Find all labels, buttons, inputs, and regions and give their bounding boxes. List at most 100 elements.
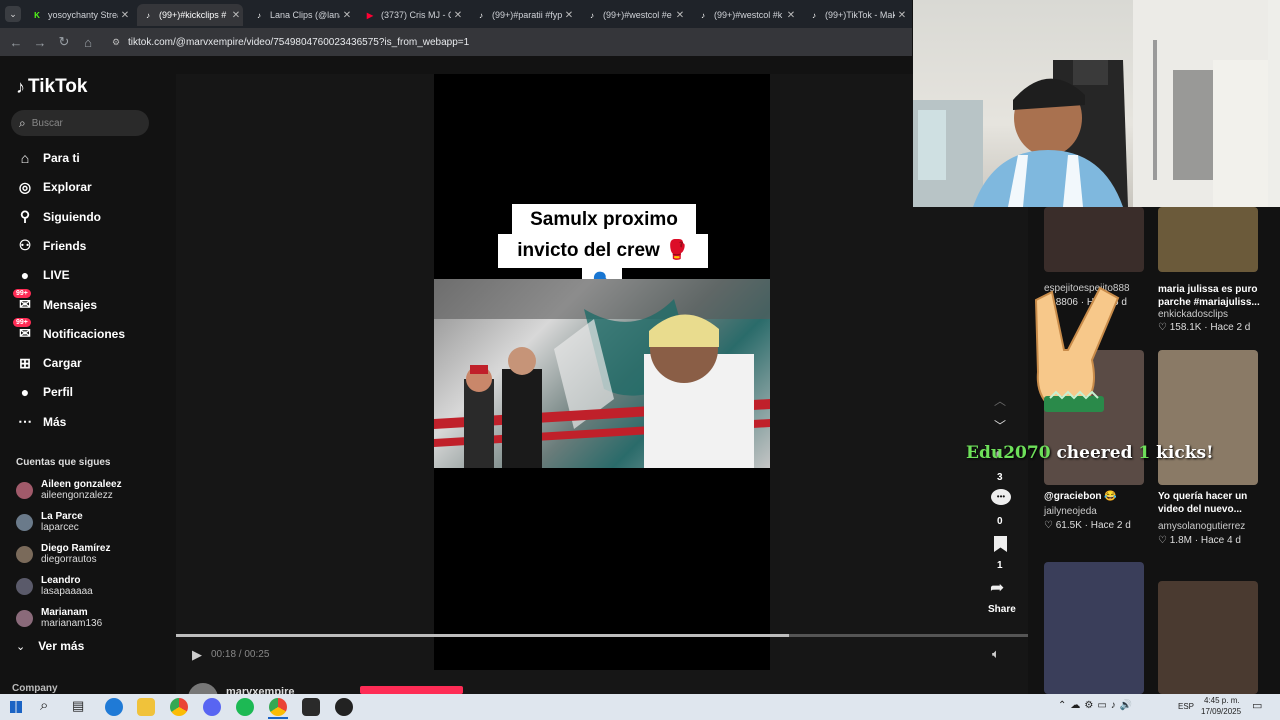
file-explorer-icon[interactable] bbox=[137, 698, 155, 716]
video-author[interactable]: jailyneojeda bbox=[1044, 506, 1097, 517]
see-more-button[interactable]: ⌄ Ver más bbox=[16, 639, 84, 653]
nav-item-label: Mensajes bbox=[43, 297, 98, 312]
browser-tab[interactable]: ♪ (99+)TikTok - Mak ✕ bbox=[803, 4, 909, 26]
browser-tab[interactable]: ▶ (3737) Cris MJ - C ✕ bbox=[359, 4, 465, 26]
browser-tab[interactable]: ♪ (99+)#paratii #fyp ✕ bbox=[470, 4, 576, 26]
tray-icons[interactable]: ⌃☁⚙▭♪🔊 bbox=[1058, 700, 1136, 711]
nav-item[interactable]: ✉ Mensajes 99+ bbox=[13, 288, 98, 315]
edge-icon[interactable] bbox=[105, 698, 123, 716]
site-info-icon[interactable]: ⚙ bbox=[112, 37, 120, 48]
tab-close-icon[interactable]: ✕ bbox=[340, 10, 354, 21]
more-icon: ⋯ bbox=[18, 413, 32, 430]
avatar bbox=[16, 609, 33, 627]
comment-count: 0 bbox=[997, 516, 1003, 527]
video-title[interactable]: maria julissa es puro parche #mariajulis… bbox=[1158, 283, 1263, 309]
tab-close-icon[interactable]: ✕ bbox=[673, 10, 687, 21]
tab-close-icon[interactable]: ✕ bbox=[118, 10, 132, 21]
progress-fill bbox=[176, 634, 790, 637]
tab-close-icon[interactable]: ✕ bbox=[451, 10, 465, 21]
browser-tab-bar: ⌄ Kyosoychanty Strea ✕ ♪ (99+)#kickclips # ✕… bbox=[0, 0, 912, 28]
video-thumbnail[interactable] bbox=[1158, 350, 1258, 485]
video-thumbnail[interactable] bbox=[1044, 207, 1144, 272]
following-icon: ⚲ bbox=[19, 208, 31, 225]
company-link[interactable]: Company bbox=[12, 683, 58, 694]
messages-icon: ✉ bbox=[19, 296, 31, 312]
tab-close-icon[interactable]: ✕ bbox=[229, 10, 243, 21]
back-icon[interactable]: ← bbox=[4, 35, 28, 50]
browser-tab[interactable]: ♪ (99+)#kickclips # ✕ bbox=[137, 4, 243, 26]
video-player[interactable]: Samulx proximo invicto del crew 🥊 🗣️ bbox=[176, 74, 1028, 713]
upload-icon: ⊞ bbox=[19, 354, 31, 371]
chrome-active-icon[interactable] bbox=[269, 698, 287, 716]
nav-item[interactable]: ⌂ Para ti bbox=[16, 148, 80, 168]
browser-toolbar: ← → ↻ ⌂ ⚙ tiktok.com/@marvxempire/video/… bbox=[0, 28, 912, 56]
video-stats: ♡ 158.1K · Hace 2 d bbox=[1158, 322, 1250, 333]
notes-app-icon[interactable] bbox=[302, 698, 320, 716]
nav-item[interactable]: ● Perfil bbox=[16, 382, 73, 402]
share-icon[interactable]: ➦ bbox=[990, 578, 1004, 598]
tab-title: (99+)#kickclips # bbox=[159, 10, 227, 20]
video-author[interactable]: amysolanogutierrez bbox=[1158, 521, 1245, 532]
avatar bbox=[16, 545, 33, 563]
video-author[interactable]: enkickadosclips bbox=[1158, 309, 1228, 320]
video-thumbnail[interactable] bbox=[1044, 562, 1144, 694]
tab-search-dropdown-icon[interactable]: ⌄ bbox=[5, 6, 21, 22]
video-thumbnail[interactable] bbox=[1158, 207, 1258, 272]
heart-icon: ♡ bbox=[1158, 322, 1170, 333]
scroll-up-icon[interactable]: ︿ bbox=[994, 392, 1006, 409]
notifications-icon[interactable]: ▭ bbox=[1252, 699, 1262, 712]
heart-icon: ♡ bbox=[1044, 520, 1056, 531]
obs-icon[interactable] bbox=[335, 698, 353, 716]
browser-tab[interactable]: ♪ (99+)#westcol #e ✕ bbox=[581, 4, 687, 26]
nav-item[interactable]: ⚇ Friends bbox=[16, 236, 87, 256]
scroll-down-icon[interactable]: ﹀ bbox=[994, 417, 1006, 434]
nav-item[interactable]: ⚲ Siguiendo bbox=[16, 207, 101, 227]
discord-icon[interactable] bbox=[203, 698, 221, 716]
tab-close-icon[interactable]: ✕ bbox=[562, 10, 576, 21]
followed-account[interactable]: Leandro lasapaaaaa bbox=[16, 575, 93, 597]
home-button-icon[interactable]: ⌂ bbox=[76, 35, 100, 50]
video-thumbnail[interactable] bbox=[1158, 581, 1258, 694]
comment-icon[interactable]: ••• bbox=[991, 489, 1011, 505]
language-indicator[interactable]: ESP bbox=[1178, 702, 1194, 711]
address-bar[interactable]: ⚙ tiktok.com/@marvxempire/video/75498047… bbox=[108, 32, 908, 52]
browser-tab[interactable]: Kyosoychanty Strea ✕ bbox=[26, 4, 132, 26]
followed-account[interactable]: La Parce laparcec bbox=[16, 511, 83, 533]
followed-account[interactable]: Aileen gonzaleez aileengonzalezz bbox=[16, 479, 122, 501]
spotify-icon[interactable] bbox=[236, 698, 254, 716]
followed-account[interactable]: Diego Ramírez diegorrautos bbox=[16, 543, 110, 565]
tab-close-icon[interactable]: ✕ bbox=[784, 10, 798, 21]
tab-title: (99+)TikTok - Mak bbox=[825, 10, 895, 20]
clock-date[interactable]: 17/09/2025 bbox=[1201, 707, 1241, 716]
nav-item[interactable]: ⋯ Más bbox=[16, 412, 66, 432]
nav-item-label: Perfil bbox=[43, 385, 74, 400]
followed-account[interactable]: Marianam marianam136 bbox=[16, 607, 102, 629]
account-name: La Parce bbox=[41, 511, 83, 522]
windows-start-icon[interactable] bbox=[10, 701, 22, 713]
nav-item[interactable]: ✉ Notificaciones 99+ bbox=[13, 317, 125, 344]
reload-icon[interactable]: ↻ bbox=[52, 34, 76, 50]
follow-button[interactable] bbox=[360, 686, 463, 694]
chrome-icon[interactable] bbox=[170, 698, 188, 716]
clock-time[interactable]: 4:45 p. m. bbox=[1204, 696, 1240, 705]
nav-item[interactable]: ◎ Explorar bbox=[16, 177, 92, 197]
play-icon[interactable]: ▶ bbox=[192, 647, 202, 663]
search-input[interactable]: ⌕ Buscar bbox=[11, 110, 149, 136]
nav-item[interactable]: ⊞ Cargar bbox=[16, 353, 82, 373]
tab-favicon-icon: ♪ bbox=[479, 10, 483, 20]
forward-icon[interactable]: → bbox=[28, 35, 52, 50]
nav-item[interactable]: ● LIVE bbox=[16, 265, 70, 285]
taskbar: ⌕ ▤ ⌃☁⚙▭♪🔊 ESP 4:45 p. m. 17/09/2025 ▭ bbox=[0, 694, 1280, 720]
video-frame[interactable]: Samulx proximo invicto del crew 🥊 🗣️ bbox=[434, 74, 770, 670]
browser-tab[interactable]: ♪ (99+)#westcol #k ✕ bbox=[692, 4, 798, 26]
progress-track[interactable] bbox=[176, 634, 1028, 637]
task-view-icon[interactable]: ▤ bbox=[72, 698, 84, 714]
search-taskbar-icon[interactable]: ⌕ bbox=[40, 697, 48, 714]
tab-close-icon[interactable]: ✕ bbox=[895, 10, 909, 21]
volume-icon[interactable]: 🔈︎ bbox=[992, 646, 1000, 662]
video-title[interactable]: Yo quería hacer un video del nuevo... bbox=[1158, 490, 1263, 516]
account-name: Aileen gonzaleez bbox=[41, 479, 122, 490]
video-title[interactable]: @graciebon 😂 bbox=[1044, 490, 1149, 503]
browser-tab[interactable]: ♪ Lana Clips (@lana ✕ bbox=[248, 4, 354, 26]
tiktok-logo[interactable]: ♪ TikTok bbox=[16, 76, 87, 98]
